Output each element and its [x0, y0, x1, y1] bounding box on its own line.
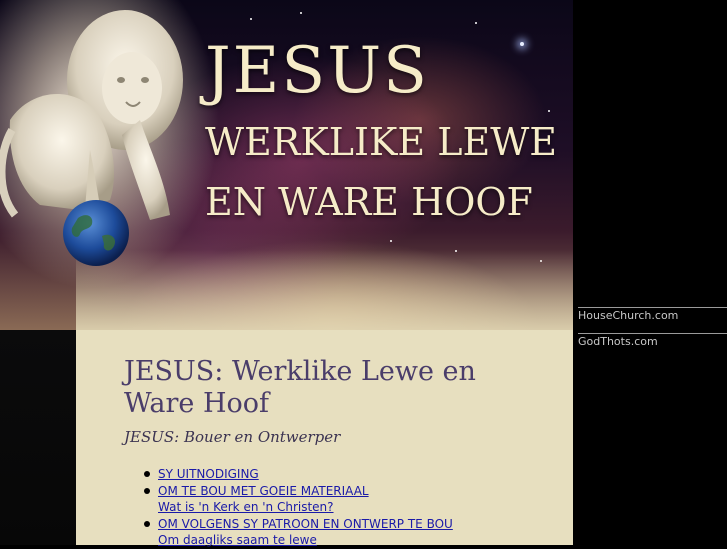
- list-item: Om daagliks saam te lewe: [158, 532, 544, 549]
- list-item: Wat is 'n Kerk en 'n Christen?: [158, 499, 544, 516]
- page-title: JESUS: Werklike Lewe en Ware Hoof: [124, 356, 476, 419]
- link-goeie-materiaal[interactable]: OM TE BOU MET GOEIE MATERIAAL: [158, 484, 369, 498]
- star: [300, 12, 302, 14]
- link-patroon-en-ontwerp[interactable]: OM VOLGENS SY PATROON EN ONTWERP TE BOU: [158, 517, 453, 531]
- sidebar-link-housechurch[interactable]: HouseChurch.com: [578, 307, 727, 322]
- banner-title-line1: JESUS: [205, 34, 429, 108]
- banner-title-line2: WERKLIKE LEWE: [205, 120, 558, 164]
- globe-icon: [63, 200, 129, 266]
- list-item: OM VOLGENS SY PATROON EN ONTWERP TE BOU: [144, 516, 544, 533]
- right-sidebar: HouseChurch.com GodThots.com: [573, 0, 727, 545]
- link-sy-uitnodiging[interactable]: SY UITNODIGING: [158, 467, 259, 481]
- main-content: JESUS: Werklike Lewe en Ware Hoof JESUS:…: [76, 330, 573, 547]
- list-item: SY UITNODIGING: [144, 466, 544, 483]
- banner-title-line3: EN WARE HOOF: [205, 180, 533, 224]
- banner-title: JESUS WERKLIKE LEWE EN WARE HOOF: [205, 30, 557, 232]
- page-subtitle: JESUS: Bouer en Ontwerper: [124, 428, 341, 446]
- header-banner: JESUS WERKLIKE LEWE EN WARE HOOF: [0, 0, 573, 330]
- star: [475, 22, 477, 24]
- sidebar-link-godthots[interactable]: GodThots.com: [578, 333, 727, 348]
- link-kerk-en-christen[interactable]: Wat is 'n Kerk en 'n Christen?: [158, 500, 334, 514]
- star: [390, 240, 392, 242]
- star: [250, 18, 252, 20]
- list-item: OM TE BOU MET GOEIE MATERIAAL: [144, 483, 544, 500]
- content-link-list: SY UITNODIGING OM TE BOU MET GOEIE MATER…: [124, 466, 544, 549]
